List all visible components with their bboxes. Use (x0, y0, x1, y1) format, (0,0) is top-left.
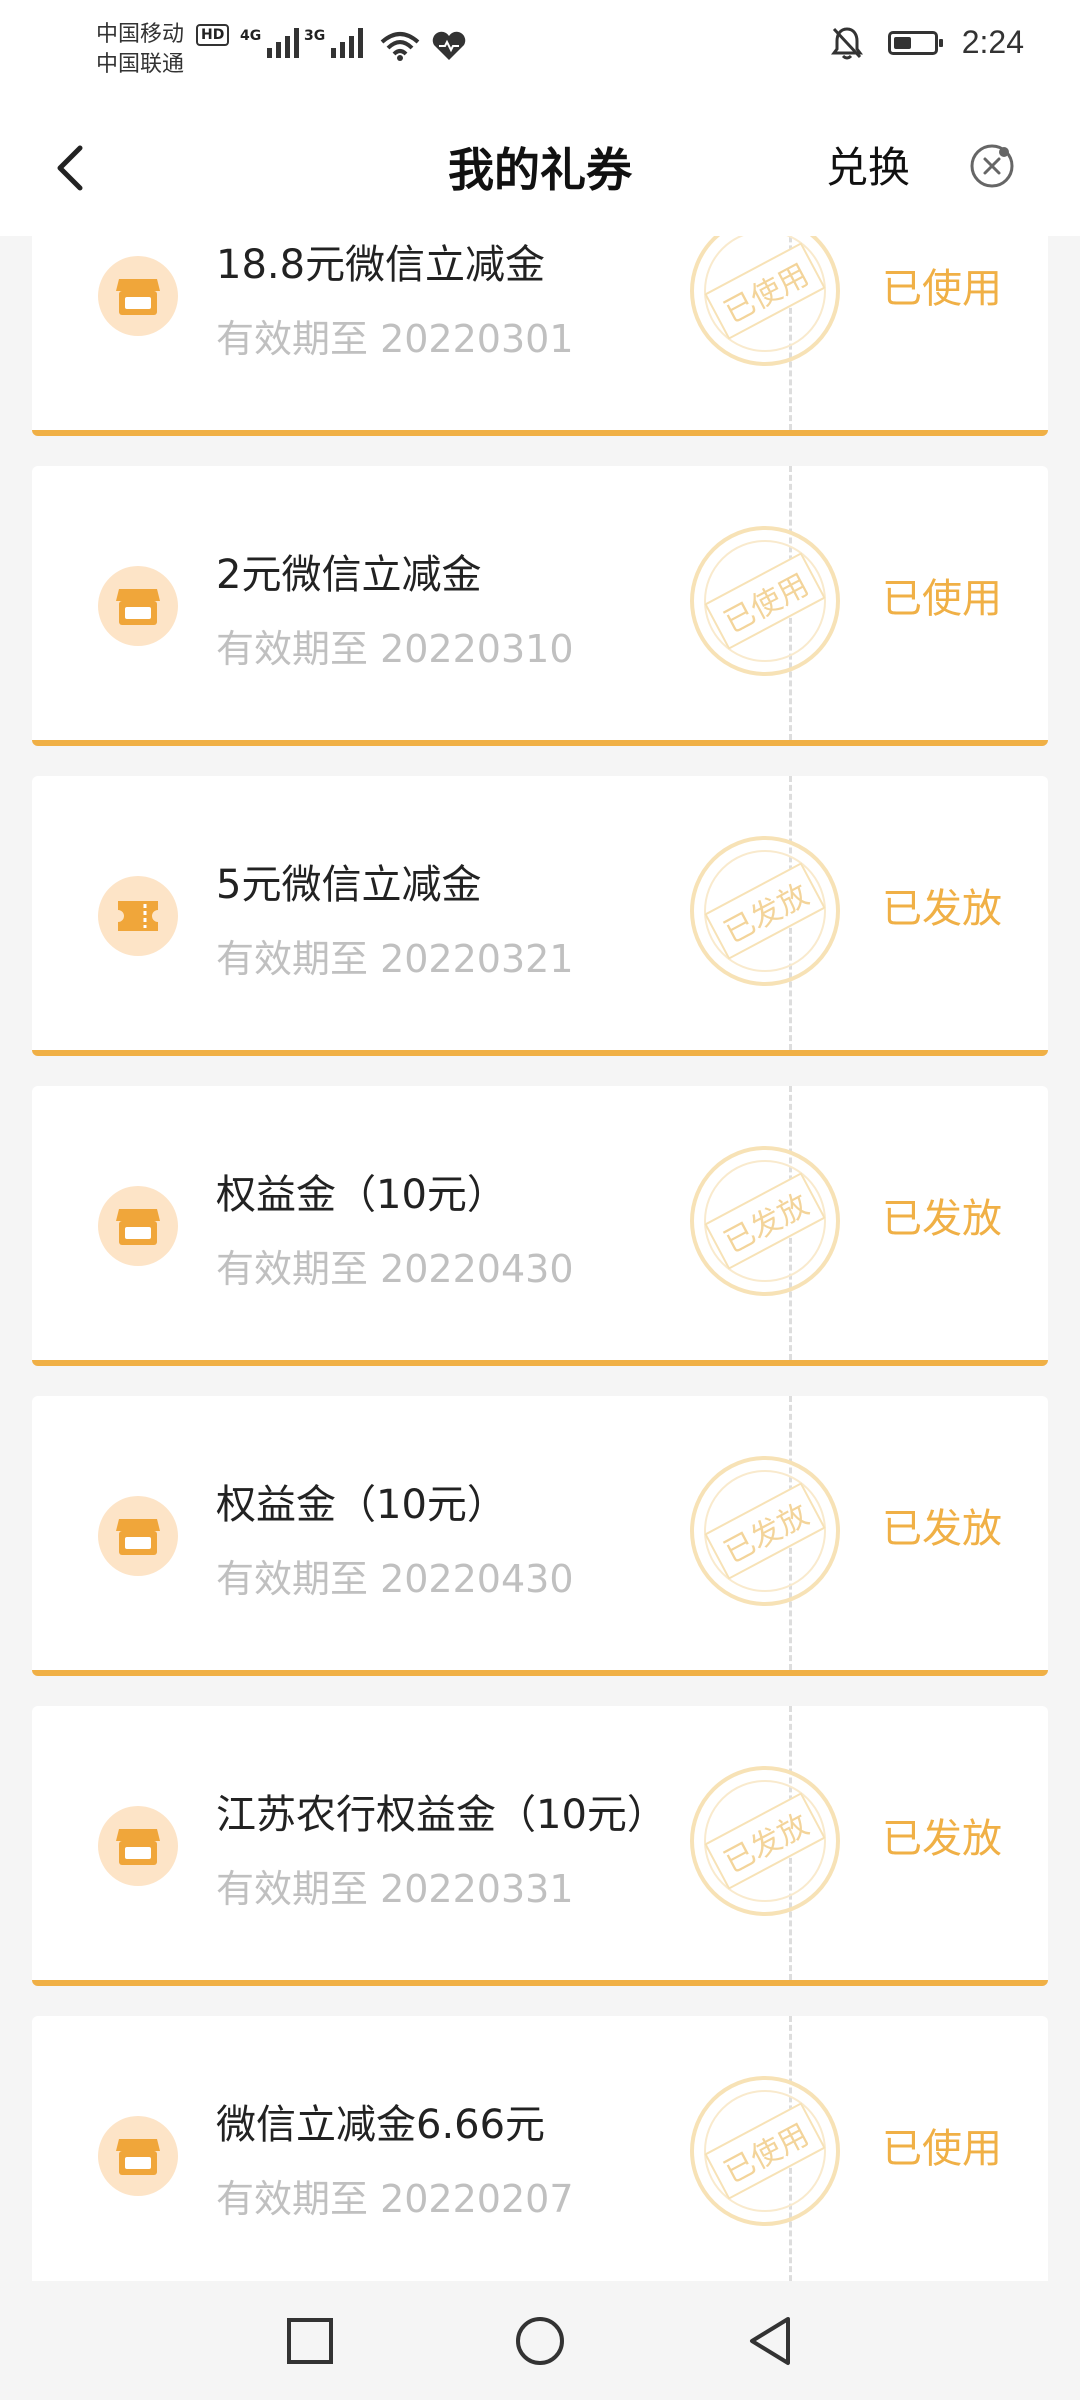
stamp-text: 已使用 (704, 552, 826, 650)
home-icon[interactable] (514, 2315, 566, 2367)
coupon-icon-badge (98, 566, 178, 646)
status-stamp: 已发放 (690, 1456, 840, 1606)
carrier-1: 中国移动 (96, 22, 185, 47)
coupon-status: 已发放 (882, 1196, 1002, 1242)
coupon-name: 5元微信立减金 (216, 862, 482, 908)
carrier-info: 中国移动 中国联通 (96, 20, 184, 80)
status-icons (380, 30, 467, 66)
carrier-2: 中国联通 (96, 52, 185, 77)
recent-apps-icon[interactable] (284, 2315, 336, 2367)
coupon-icon-badge (98, 876, 178, 956)
store-icon (116, 1829, 160, 1865)
coupon-status: 已使用 (882, 266, 1002, 312)
health-heart-icon (432, 31, 466, 60)
coupon-expiry: 有效期至 20220207 (216, 2177, 574, 2221)
status-stamp: 已使用 (690, 2076, 840, 2226)
store-icon (116, 2139, 160, 2175)
coupon-icon-badge (98, 2116, 178, 2196)
clock: 2:24 (961, 24, 1024, 60)
store-icon (116, 1209, 160, 1245)
right-status: 2:24 (830, 24, 1024, 61)
hd-badge: HD (196, 24, 230, 46)
coupon-status: 已发放 (882, 1816, 1002, 1862)
coupon-name: 2元微信立减金 (216, 552, 482, 598)
coupon-icon-badge (98, 1806, 178, 1886)
wifi-icon (380, 32, 420, 61)
store-icon (116, 589, 160, 625)
coupon-icon-badge (98, 256, 178, 336)
coupon-card[interactable]: 18.8元微信立减金 有效期至 20220301 已使用 已使用 (32, 236, 1048, 436)
coupon-expiry: 有效期至 20220301 (216, 317, 574, 361)
coupon-expiry: 有效期至 20220321 (216, 937, 574, 981)
system-nav-bar (0, 2281, 1080, 2400)
stamp-text: 已发放 (704, 1792, 826, 1890)
coupon-status: 已使用 (882, 576, 1002, 622)
coupon-icon-badge (98, 1496, 178, 1576)
coupon-expiry: 有效期至 20220430 (216, 1557, 574, 1601)
stamp-text: 已发放 (704, 1482, 826, 1580)
header: 我的礼券 兑换 (0, 100, 1080, 236)
status-stamp: 已发放 (690, 1766, 840, 1916)
coupon-card[interactable]: 5元微信立减金 有效期至 20220321 已发放 已发放 (32, 776, 1048, 1056)
stamp-text: 已使用 (704, 2102, 826, 2200)
coupon-expiry: 有效期至 20220331 (216, 1867, 574, 1911)
ticket-icon (118, 901, 158, 931)
back-nav-icon[interactable] (744, 2315, 796, 2367)
coupon-icon-badge (98, 1186, 178, 1266)
exchange-button[interactable]: 兑换 (826, 134, 910, 195)
coupon-name: 权益金（10元） (216, 1172, 507, 1218)
coupon-card[interactable]: 权益金（10元） 有效期至 20220430 已发放 已发放 (32, 1396, 1048, 1676)
coupon-name: 江苏农行权益金（10元） (216, 1792, 667, 1838)
coupon-card[interactable]: 江苏农行权益金（10元） 有效期至 20220331 已发放 已发放 (32, 1706, 1048, 1986)
coupon-expiry: 有效期至 20220310 (216, 627, 574, 671)
status-stamp: 已发放 (690, 836, 840, 986)
coupon-name: 微信立减金6.66元 (216, 2102, 546, 2148)
status-bar: 中国移动 中国联通 HD 4G 3G 2:24 (0, 0, 1080, 100)
signal-4g-icon: 4G (240, 28, 300, 58)
bell-muted-icon (830, 26, 863, 59)
coupon-status: 已发放 (882, 1506, 1002, 1552)
store-icon (116, 279, 160, 315)
coupon-list[interactable]: 18.8元微信立减金 有效期至 20220301 已使用 已使用 2元微信立减金… (0, 236, 1080, 2281)
status-stamp: 已使用 (690, 526, 840, 676)
coupon-card[interactable]: 权益金（10元） 有效期至 20220430 已发放 已发放 (32, 1086, 1048, 1366)
stamp-text: 已使用 (704, 242, 826, 340)
stamp-text: 已发放 (704, 862, 826, 960)
coupon-expiry: 有效期至 20220430 (216, 1247, 574, 1291)
coupon-name: 18.8元微信立减金 (216, 242, 546, 288)
store-icon (116, 1519, 160, 1555)
battery-fill (893, 36, 911, 49)
status-stamp: 已使用 (690, 236, 840, 366)
battery-icon (887, 30, 943, 55)
page-title: 我的礼券 (448, 143, 632, 197)
close-icon[interactable] (968, 142, 1016, 190)
stamp-text: 已发放 (704, 1172, 826, 1270)
coupon-status: 已发放 (882, 886, 1002, 932)
coupon-card[interactable]: 2元微信立减金 有效期至 20220310 已使用 已使用 (32, 466, 1048, 746)
signal-3g-icon: 3G (304, 28, 364, 58)
coupon-name: 权益金（10元） (216, 1482, 507, 1528)
status-stamp: 已发放 (690, 1146, 840, 1296)
coupon-status: 已使用 (882, 2126, 1002, 2172)
coupon-card[interactable]: 微信立减金6.66元 有效期至 20220207 已使用 已使用 (32, 2016, 1048, 2281)
